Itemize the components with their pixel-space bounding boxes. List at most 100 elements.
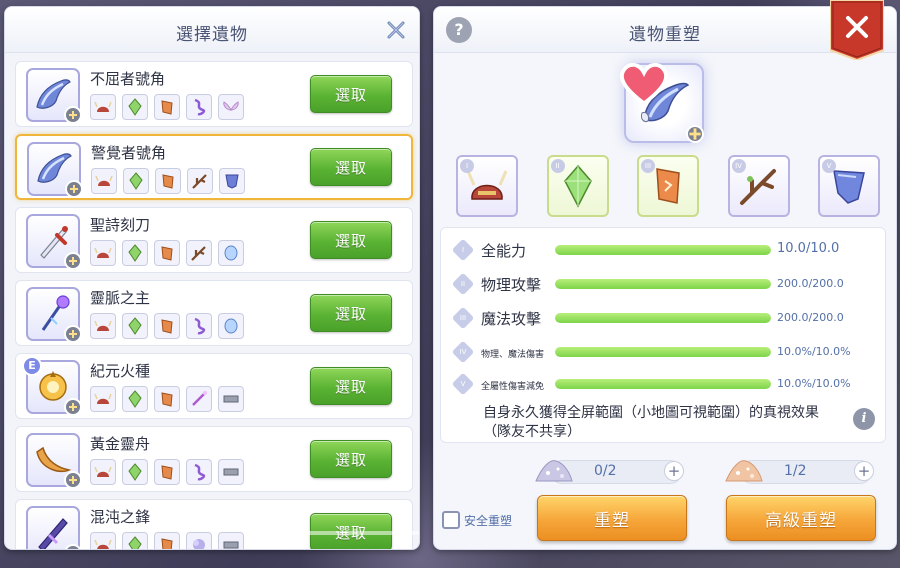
selected-relic bbox=[619, 62, 704, 143]
relic-name: 黃金靈舟 bbox=[90, 435, 151, 453]
stone-icon bbox=[154, 386, 180, 412]
cost-count: 1/2 bbox=[784, 463, 807, 479]
stats-box: I 全能力 10.0/10.0 II 物理攻擊 200.0/200.0 III 魔法攻擊 200… bbox=[440, 227, 886, 443]
stat-bar bbox=[555, 379, 771, 389]
relic-row[interactable]: 警覺者號角 選取 bbox=[15, 134, 413, 200]
relic-row[interactable]: 不屈者號角 選取 bbox=[15, 61, 413, 127]
safe-reforge-checkbox[interactable] bbox=[442, 511, 460, 529]
stone-icon bbox=[154, 94, 180, 120]
stat-bar-fill bbox=[555, 347, 771, 357]
stat-number: V bbox=[460, 380, 466, 388]
close-icon[interactable] bbox=[385, 19, 407, 41]
slot-2[interactable]: II bbox=[546, 155, 609, 217]
select-button[interactable]: 選取 bbox=[310, 294, 392, 332]
reforge-button[interactable]: 重塑 bbox=[537, 495, 687, 541]
stone-icon bbox=[154, 459, 180, 485]
material-list bbox=[90, 459, 244, 485]
helix-icon bbox=[186, 459, 212, 485]
relic-name: 混沌之鋒 bbox=[90, 508, 151, 526]
helix-icon bbox=[186, 94, 212, 120]
panel-title: 選擇遺物 bbox=[176, 25, 248, 45]
slot-5[interactable]: V bbox=[818, 155, 880, 217]
select-button[interactable]: 選取 bbox=[310, 440, 392, 478]
relic-name: 紀元火種 bbox=[90, 362, 151, 380]
helm-icon bbox=[90, 459, 116, 485]
stat-bar-fill bbox=[555, 379, 771, 389]
e-badge: E bbox=[22, 356, 42, 376]
close-panel-icon[interactable] bbox=[830, 0, 884, 60]
relic-name: 警覺者號角 bbox=[91, 144, 167, 162]
relic-row[interactable]: 聖詩刻刀 選取 bbox=[15, 207, 413, 273]
stat-diamond-icon: IV bbox=[451, 340, 475, 364]
stat-bar bbox=[555, 245, 771, 255]
relic-name: 靈脈之主 bbox=[90, 289, 151, 307]
add-cost-button[interactable]: + bbox=[664, 461, 684, 481]
stat-number: II bbox=[460, 280, 466, 288]
slot-3[interactable]: III bbox=[637, 155, 699, 217]
relic-thumb bbox=[26, 433, 82, 489]
relic-list: 不屈者號角 選取 警覺者號角 選取 聖詩刻刀 選取 靈脈之主 選取 E 紀元火種 選取 黃金靈舟 選取混… bbox=[15, 61, 413, 549]
enhance-badge-icon bbox=[64, 106, 82, 124]
material-list bbox=[90, 94, 244, 120]
select-button[interactable]: 選取 bbox=[310, 221, 392, 259]
relic-row[interactable]: E 紀元火種 選取 bbox=[15, 353, 413, 419]
material-list bbox=[90, 313, 244, 339]
scrollbar[interactable] bbox=[302, 531, 419, 535]
stat-value: 200.0/200.0 bbox=[777, 311, 844, 324]
relic-row[interactable]: 黃金靈舟 選取 bbox=[15, 426, 413, 492]
relic-thumb bbox=[26, 287, 82, 343]
safe-reforge-label: 安全重塑 bbox=[464, 514, 513, 528]
relic-thumb bbox=[26, 68, 82, 124]
add-cost-button[interactable]: + bbox=[854, 461, 874, 481]
select-button[interactable]: 選取 bbox=[310, 367, 392, 405]
stone-icon bbox=[154, 240, 180, 266]
stone-icon bbox=[155, 168, 181, 194]
cost-normal: 0/2 + bbox=[534, 455, 684, 485]
stat-number: I bbox=[461, 246, 465, 254]
enhance-badge-icon bbox=[65, 180, 83, 198]
branch-icon bbox=[187, 168, 213, 194]
helm-icon bbox=[91, 168, 117, 194]
relic-select-panel: 選擇遺物 不屈者號角 選取 警覺者號角 選取 聖詩刻刀 選取 靈脈之主 選取 E 紀元火種 選取 黃金… bbox=[4, 6, 420, 550]
info-button[interactable]: i bbox=[853, 408, 875, 430]
wings-icon bbox=[218, 94, 244, 120]
stat-row: IV 物理、魔法傷害 10.0%/10.0% bbox=[451, 340, 875, 364]
helm-icon bbox=[90, 313, 116, 339]
material-list bbox=[90, 240, 244, 266]
stat-row: V 全屬性傷害減免 10.0%/10.0% bbox=[451, 372, 875, 396]
helix-icon bbox=[186, 313, 212, 339]
select-button[interactable]: 選取 bbox=[310, 148, 392, 186]
helm-icon bbox=[90, 532, 116, 549]
mist-icon bbox=[186, 532, 212, 549]
stat-value: 10.0%/10.0% bbox=[777, 377, 851, 390]
select-button[interactable]: 選取 bbox=[310, 75, 392, 113]
stat-value: 10.0/10.0 bbox=[777, 241, 840, 256]
stat-label: 全能力 bbox=[481, 242, 527, 260]
stat-row: I 全能力 10.0/10.0 bbox=[451, 238, 875, 262]
stat-bar bbox=[555, 279, 771, 289]
crystal-icon bbox=[122, 313, 148, 339]
advanced-reforge-button[interactable]: 高級重塑 bbox=[726, 495, 876, 541]
crystal-icon bbox=[123, 168, 149, 194]
effect-description: 自身永久獲得全屏範圍（小地圖可視範圍）的真視效果（隊友不共享） bbox=[483, 405, 819, 440]
slot-4[interactable]: IV bbox=[727, 155, 790, 217]
stat-diamond-icon: V bbox=[451, 372, 475, 396]
relic-row[interactable]: 混沌之鋒選取 bbox=[15, 499, 413, 549]
material-list bbox=[90, 532, 244, 549]
enhance-badge-icon bbox=[64, 544, 82, 549]
crystal-icon bbox=[122, 386, 148, 412]
blade-icon bbox=[38, 518, 68, 549]
cost-count: 0/2 bbox=[594, 463, 617, 479]
slot-number: I bbox=[460, 159, 474, 173]
stat-diamond-icon: I bbox=[451, 238, 475, 262]
stat-label: 物理攻擊 bbox=[481, 276, 542, 294]
relic-row[interactable]: 靈脈之主 選取 bbox=[15, 280, 413, 346]
relic-thumb bbox=[27, 142, 83, 198]
reforge-panel: ? 遺物重塑 I II III IV V I 全能力 10.0/10.0 II 物理攻擊 200.… bbox=[433, 6, 897, 550]
material-list bbox=[90, 386, 244, 412]
slot-1[interactable]: I bbox=[456, 155, 518, 217]
stat-bar bbox=[555, 313, 771, 323]
powder-icon bbox=[725, 460, 763, 482]
branch-icon bbox=[186, 240, 212, 266]
bar-icon bbox=[218, 386, 244, 412]
